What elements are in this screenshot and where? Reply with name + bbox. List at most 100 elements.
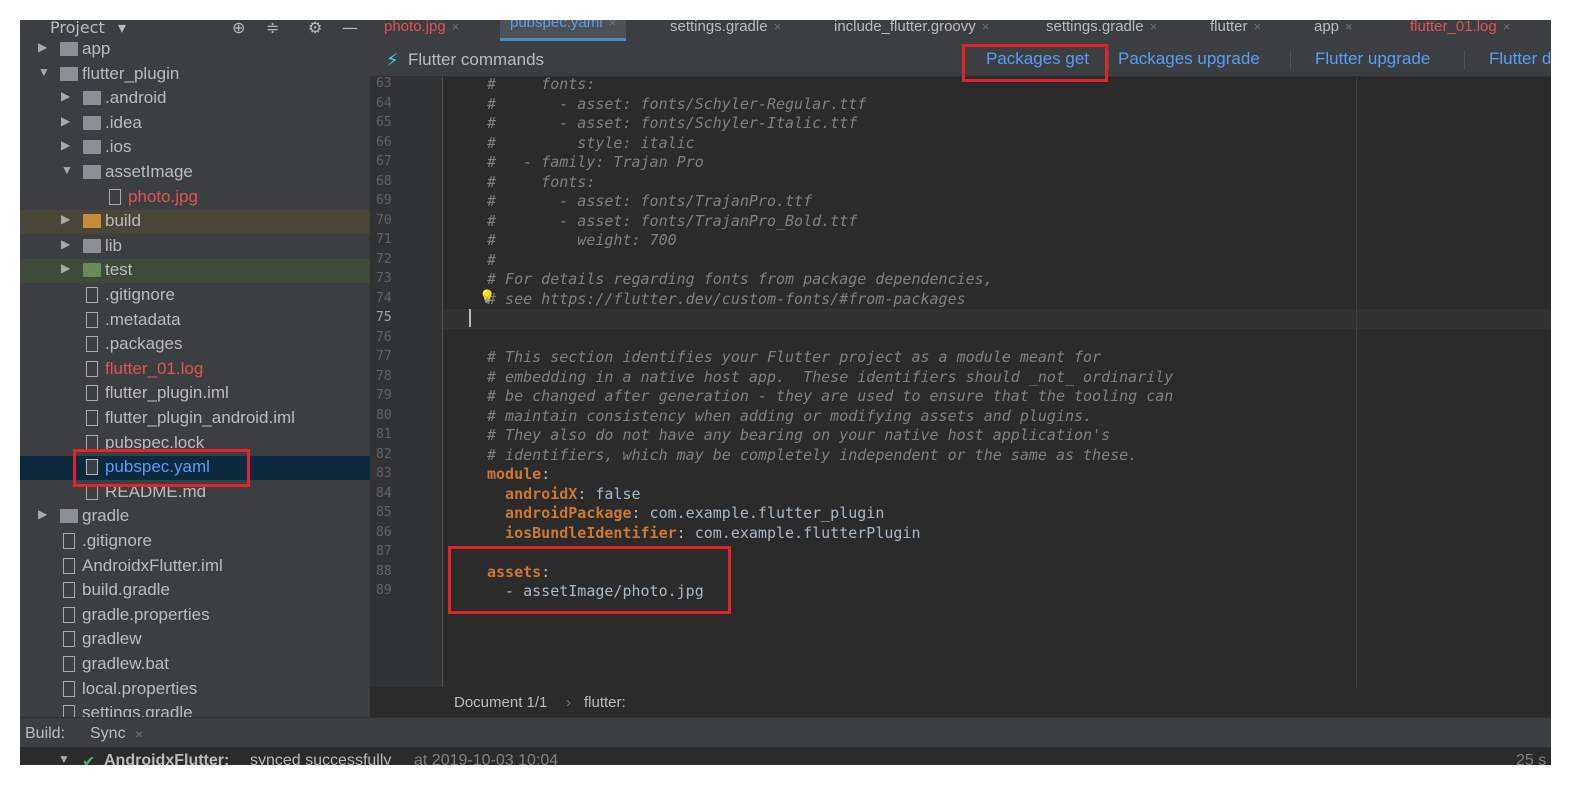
tree-item[interactable]: ▶ test	[20, 259, 370, 284]
tab-photo-jpg[interactable]: photo.jpg ×	[384, 20, 459, 35]
tree-item[interactable]: ▶ build	[20, 210, 370, 235]
packages-get-button[interactable]: Packages get	[986, 49, 1089, 69]
tree-item[interactable]: .packages	[20, 333, 370, 357]
tab-pubspec-yaml[interactable]: pubspec.yaml ×	[500, 20, 627, 41]
gear-icon[interactable]: ⚙	[308, 20, 322, 37]
file-icon	[86, 483, 98, 500]
tree-item[interactable]: settings.gradle	[20, 702, 370, 717]
code-line: # fonts:	[487, 173, 595, 191]
close-tab-icon[interactable]: ×	[774, 20, 782, 34]
collapsed-arrow-icon[interactable]: ▶	[61, 212, 70, 226]
packages-upgrade-button[interactable]: Packages upgrade	[1118, 49, 1260, 69]
file-icon	[63, 533, 75, 549]
tree-item-label: AndroidxFlutter.iml	[82, 555, 223, 575]
tree-item[interactable]: pubspec.lock	[20, 432, 370, 456]
tree-item[interactable]: gradlew	[20, 628, 370, 652]
folder-icon	[60, 509, 78, 524]
close-icon[interactable]: ×	[135, 726, 143, 742]
close-tab-icon[interactable]: ×	[609, 20, 617, 30]
close-tab-icon[interactable]: ×	[452, 20, 460, 34]
tree-item[interactable]: local.properties	[20, 678, 370, 702]
sync-tab[interactable]: Sync	[90, 725, 126, 743]
flutter-upgrade-button[interactable]: Flutter upgrade	[1315, 49, 1430, 69]
file-icon	[86, 336, 98, 353]
file-icon	[86, 385, 98, 402]
line-number: 65	[376, 115, 392, 130]
chevron-down-icon[interactable]: ▾	[118, 20, 126, 37]
expanded-arrow-icon[interactable]: ▼	[38, 65, 50, 79]
collapsed-arrow-icon[interactable]: ▶	[61, 89, 70, 103]
intention-bulb-icon[interactable]: 💡	[479, 290, 495, 305]
line-number: 86	[376, 524, 392, 540]
tree-item[interactable]: .metadata	[20, 309, 370, 333]
tree-item-label: pubspec.yaml	[105, 457, 210, 477]
close-tab-icon[interactable]: ×	[1150, 20, 1158, 34]
close-tab-icon[interactable]: ×	[1503, 20, 1511, 34]
code-line: # - asset: fonts/TrajanPro_Bold.ttf	[487, 212, 857, 230]
breadcrumb-document[interactable]: Document 1/1	[454, 694, 547, 711]
expand-arrow-icon[interactable]: ▼	[58, 752, 70, 765]
code-line: # - family: Trajan Pro	[487, 153, 704, 171]
code-line: # This section identifies your Flutter p…	[487, 348, 1101, 366]
tree-item[interactable]: README.md	[20, 481, 370, 505]
tab-include-flutter-groovy[interactable]: include_flutter.groovy ×	[834, 20, 989, 35]
expanded-arrow-icon[interactable]: ▼	[61, 163, 73, 177]
hide-panel-icon[interactable]: —	[342, 20, 358, 37]
locate-icon[interactable]: ⊕	[232, 20, 245, 37]
collapsed-arrow-icon[interactable]: ▶	[61, 237, 70, 251]
tree-item[interactable]: ▶ app	[20, 38, 370, 62]
tree-item[interactable]: photo.jpg	[20, 186, 370, 210]
build-project-name: AndroidxFlutter:	[104, 752, 230, 765]
tree-item[interactable]: ▶ gradle	[20, 505, 370, 529]
file-icon	[63, 631, 75, 648]
code-editor[interactable]: # fonts: # - asset: fonts/Schyler-Regular…	[443, 75, 1551, 687]
tab-flutter-01-log[interactable]: flutter_01.log ×	[1410, 20, 1510, 35]
breadcrumb-path[interactable]: flutter:	[584, 694, 626, 711]
close-tab-icon[interactable]: ×	[1345, 20, 1353, 34]
project-view-selector[interactable]: Project	[50, 20, 105, 37]
tree-item[interactable]: ▼ flutter_plugin	[20, 63, 370, 87]
tree-item[interactable]: gradlew.bat	[20, 653, 370, 677]
code-line: # identifiers, which may be completely i…	[487, 446, 1137, 464]
build-duration: 25 s	[1516, 752, 1547, 765]
code-line: # - asset: fonts/Schyler-Italic.ttf	[487, 114, 857, 132]
tree-item[interactable]: flutter_plugin_android.iml	[20, 407, 370, 431]
collapsed-arrow-icon[interactable]: ▶	[38, 40, 47, 54]
tab-flutter[interactable]: flutter ×	[1210, 20, 1261, 35]
file-icon	[63, 557, 75, 574]
flutter-doctor-button[interactable]: Flutter d	[1489, 49, 1551, 69]
success-check-icon: ✔	[82, 754, 96, 765]
tree-item[interactable]: .gitignore	[20, 530, 370, 554]
flutter-commands-bar: ⚡ Flutter commands Packages get Packages…	[370, 44, 1551, 77]
tree-item[interactable]: flutter_01.log	[20, 358, 370, 382]
line-number: 69	[376, 193, 392, 208]
tree-item[interactable]: flutter_plugin.iml	[20, 382, 370, 406]
close-tab-icon[interactable]: ×	[982, 20, 990, 34]
close-tab-icon[interactable]: ×	[1254, 20, 1262, 34]
tab-settings-gradle[interactable]: settings.gradle ×	[670, 20, 781, 35]
tree-item[interactable]: ▶ .android	[20, 87, 370, 111]
collapsed-arrow-icon[interactable]: ▶	[38, 507, 47, 521]
tree-item[interactable]: ▶ .ios	[20, 136, 370, 160]
line-number: 81	[376, 427, 392, 442]
collapsed-arrow-icon[interactable]: ▶	[61, 114, 70, 128]
flutter-commands-title: Flutter commands	[408, 50, 545, 69]
collapse-all-icon[interactable]: ≑	[266, 20, 279, 37]
tree-item[interactable]: build.gradle	[20, 579, 370, 603]
tree-item[interactable]: pubspec.yaml	[20, 456, 370, 481]
collapsed-arrow-icon[interactable]: ▶	[61, 138, 70, 152]
tree-item[interactable]: ▶ .idea	[20, 112, 370, 136]
tree-item[interactable]: ▼ assetImage	[20, 161, 370, 185]
tab-settings-gradle[interactable]: settings.gradle ×	[1046, 20, 1157, 35]
tree-item[interactable]: ▶ lib	[20, 235, 370, 259]
tab-app[interactable]: app ×	[1314, 20, 1353, 35]
collapsed-arrow-icon[interactable]: ▶	[61, 261, 70, 275]
file-icon	[86, 360, 98, 377]
right-margin-guide	[1356, 77, 1357, 687]
tree-item[interactable]: AndroidxFlutter.iml	[20, 555, 370, 579]
tree-item[interactable]: gradle.properties	[20, 604, 370, 628]
tree-item-label: local.properties	[82, 678, 198, 698]
code-token: :	[541, 465, 551, 483]
code-token: # They also do not have any bearing on y…	[487, 426, 1111, 444]
tree-item[interactable]: .gitignore	[20, 284, 370, 308]
